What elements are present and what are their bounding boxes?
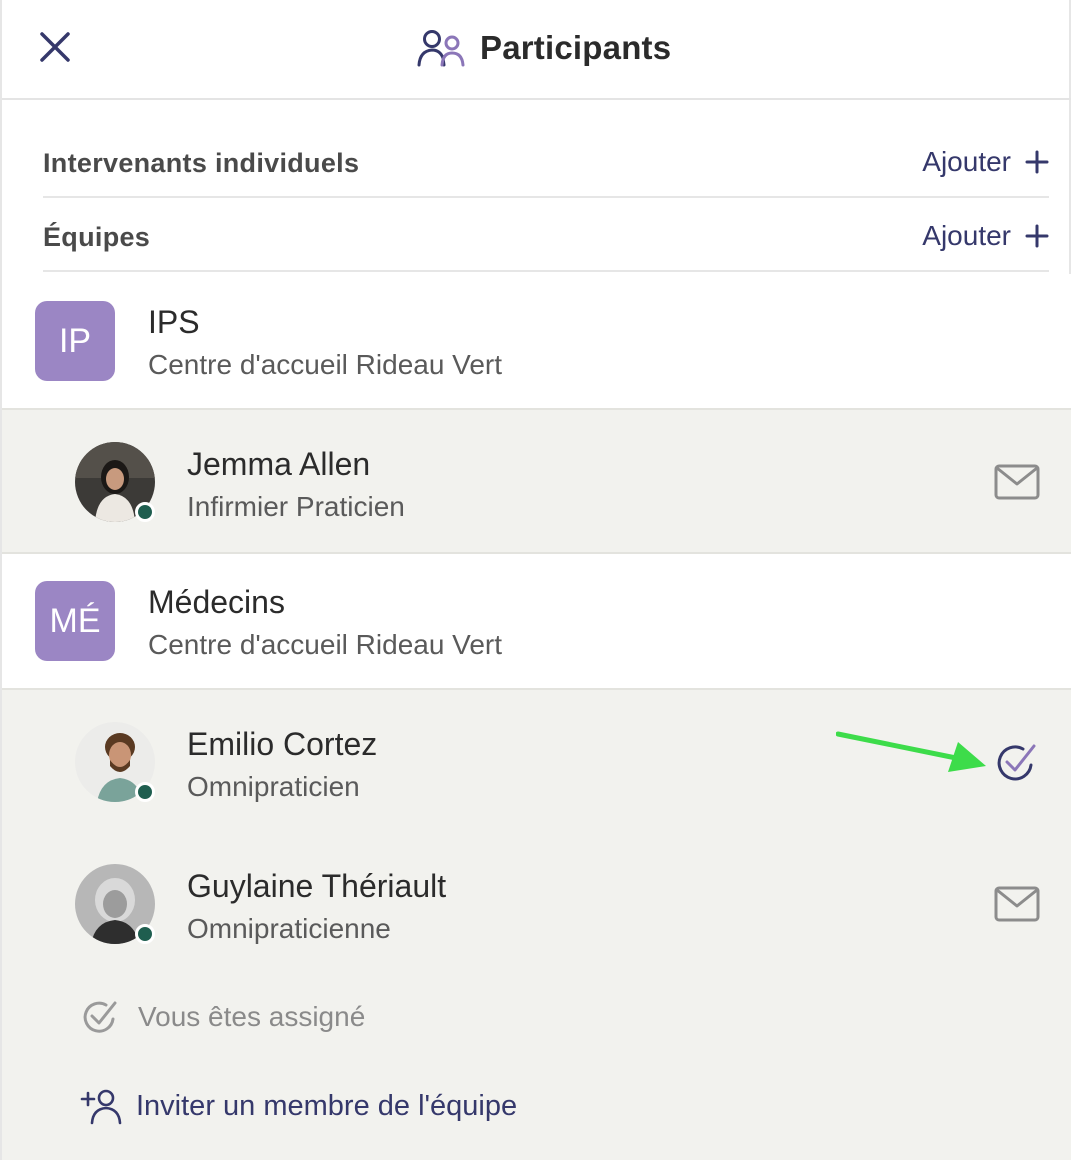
team-row-medecins[interactable]: MÉ Médecins Centre d'accueil Rideau Vert <box>2 554 1071 688</box>
close-icon <box>40 32 70 62</box>
add-team-button[interactable]: Ajouter <box>922 216 1049 256</box>
participants-panel: Participants Intervenants individuels Aj… <box>0 0 1071 1160</box>
plus-icon <box>1025 150 1049 174</box>
team-name: Médecins <box>148 584 285 620</box>
panel-header: Participants <box>2 0 1071 100</box>
assigned-check-button[interactable] <box>995 742 1037 784</box>
member-role: Infirmier Praticien <box>187 491 405 522</box>
team-badge: IP <box>35 301 115 381</box>
member-name: Jemma Allen <box>187 446 371 482</box>
close-button[interactable] <box>38 30 72 64</box>
invite-member-label: Inviter un membre de l'équipe <box>136 1089 518 1122</box>
mail-icon <box>994 464 1040 500</box>
mail-icon <box>994 886 1040 922</box>
page-title: Participants <box>480 29 672 66</box>
send-message-button[interactable] <box>994 464 1040 500</box>
member-role: Omnipraticien <box>187 771 360 802</box>
annotation-arrow-icon <box>836 731 986 772</box>
team-members-medecins: Emilio Cortez Omnipraticien Guylaine Thé… <box>2 688 1071 1160</box>
team-members-ips: Jemma Allen Infirmier Praticien <box>2 408 1071 554</box>
send-message-button[interactable] <box>994 886 1040 922</box>
teams-section: Équipes Ajouter <box>43 200 1049 272</box>
presence-indicator <box>135 782 155 802</box>
member-name: Emilio Cortez <box>187 726 378 762</box>
check-circle-icon <box>83 1001 117 1033</box>
individuals-section: Intervenants individuels Ajouter <box>43 126 1049 198</box>
presence-indicator <box>135 924 155 944</box>
individuals-section-label: Intervenants individuels <box>43 148 360 178</box>
team-badge: MÉ <box>35 581 115 661</box>
team-subtitle: Centre d'accueil Rideau Vert <box>148 349 502 380</box>
avatar <box>75 864 155 944</box>
avatar <box>75 722 155 802</box>
team-name: IPS <box>148 304 200 340</box>
member-role: Omnipraticienne <box>187 913 391 944</box>
member-name: Guylaine Thériault <box>187 868 447 904</box>
plus-icon <box>1025 224 1049 248</box>
team-subtitle: Centre d'accueil Rideau Vert <box>148 629 502 660</box>
assigned-label: Vous êtes assigné <box>138 1001 366 1032</box>
add-individual-label: Ajouter <box>922 146 1011 177</box>
teams-section-label: Équipes <box>43 222 151 252</box>
page-title-group: Participants <box>416 26 671 70</box>
add-team-label: Ajouter <box>922 220 1011 251</box>
avatar <box>75 442 155 522</box>
team-row-ips[interactable]: IP IPS Centre d'accueil Rideau Vert <box>2 274 1071 408</box>
add-user-icon <box>80 1089 122 1125</box>
check-circle-icon <box>997 744 1036 781</box>
assigned-status: Vous êtes assigné <box>82 999 365 1035</box>
invite-member-button[interactable]: Inviter un membre de l'équipe <box>80 1086 517 1126</box>
presence-indicator <box>135 502 155 522</box>
participants-icon <box>417 30 465 67</box>
add-individual-button[interactable]: Ajouter <box>922 142 1049 182</box>
